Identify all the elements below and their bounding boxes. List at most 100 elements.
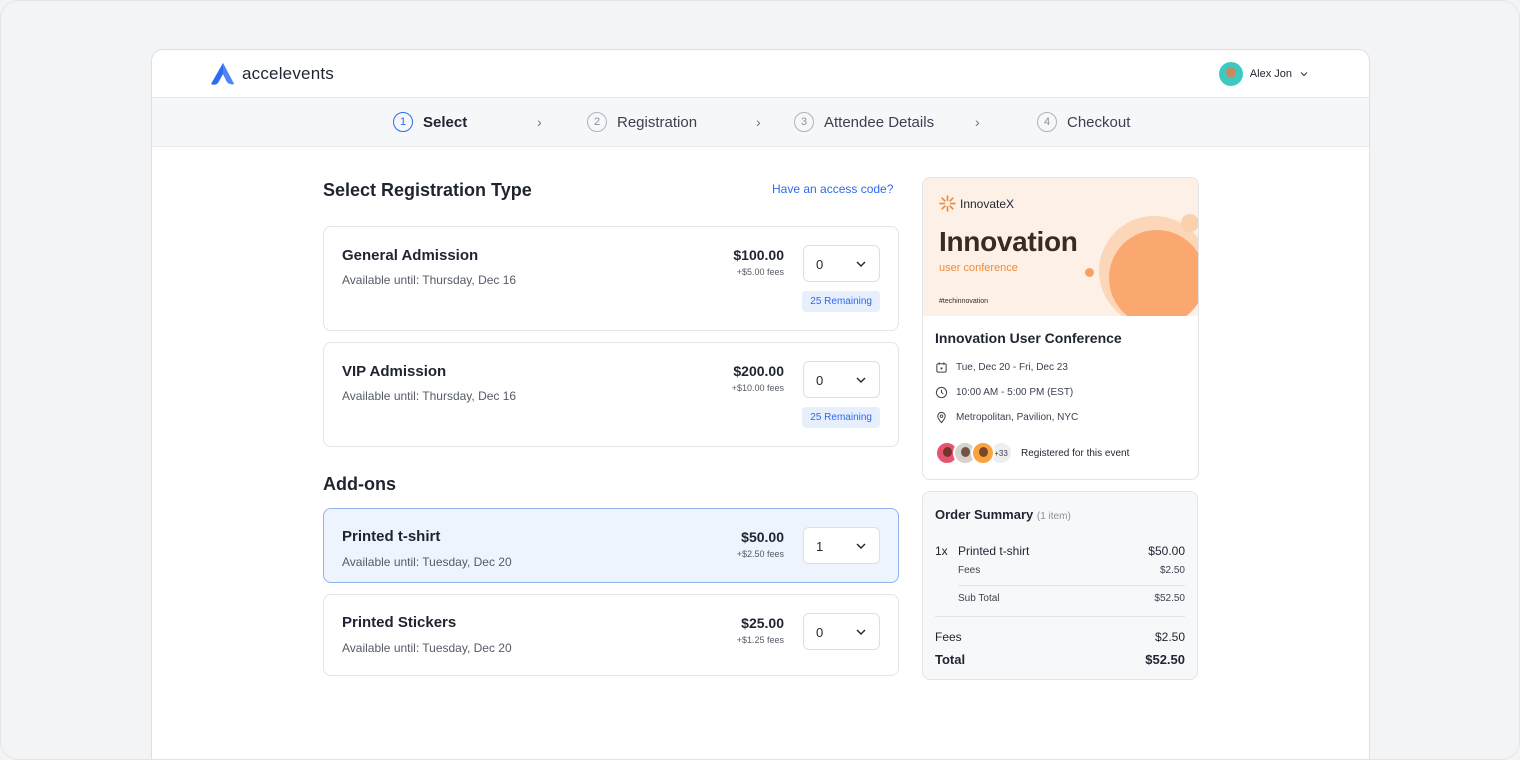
step-number: 3 — [794, 112, 814, 132]
summary-title-text: Order Summary — [935, 507, 1034, 522]
addon-availability: Available until: Tuesday, Dec 20 — [342, 555, 512, 569]
location-pin-icon — [937, 411, 946, 424]
step-label: Select — [423, 113, 468, 131]
chevron-down-icon — [1300, 72, 1308, 77]
summary-subtotal: $52.50 — [1154, 593, 1185, 604]
summary-item-count: (1 item) — [1036, 511, 1071, 522]
quantity-select[interactable]: 0 — [803, 245, 880, 282]
registration-title: Select Registration Type — [323, 180, 532, 200]
accelevents-logo-icon — [211, 63, 234, 85]
user-avatar — [1218, 62, 1243, 86]
checkout-stepper: 1 Select › 2 Registration › 3 Attendee D… — [152, 98, 1369, 147]
user-menu[interactable]: Alex Jon — [1218, 62, 1309, 86]
summary-item-name: Printed t-shirt — [958, 544, 1030, 558]
attendee-list[interactable]: +33 Registered for this event — [935, 441, 1129, 465]
ticket-availability: Available until: Thursday, Dec 16 — [342, 389, 517, 403]
chevron-down-icon — [856, 629, 866, 635]
banner-circle — [1181, 214, 1198, 232]
ticket-name: General Admission — [342, 247, 479, 264]
addon-name: Printed t-shirt — [342, 528, 441, 545]
screen-frame: accelevents Alex Jon 1 Select › 2 Regist… — [0, 0, 1520, 760]
app-window: accelevents Alex Jon 1 Select › 2 Regist… — [151, 49, 1370, 759]
step-label: Attendee Details — [824, 113, 935, 131]
event-time: 10:00 AM - 5:00 PM (EST) — [935, 386, 1073, 399]
addon-fee: +$1.25 fees — [736, 635, 784, 645]
step-select[interactable]: 1 Select — [393, 112, 467, 132]
step-checkout[interactable]: 4 Checkout — [1037, 112, 1130, 132]
order-summary: Order Summary (1 item) 1x Printed t-shir… — [922, 491, 1198, 680]
event-name: Innovation User Conference — [935, 330, 1122, 346]
access-code-link[interactable]: Have an access code? — [772, 182, 893, 196]
ticket-price: $200.00 — [733, 363, 784, 379]
addons-title: Add-ons — [323, 474, 396, 494]
addon-price: $50.00 — [741, 529, 784, 545]
event-brand-name: InnovateX — [960, 196, 1015, 211]
app-name: accelevents — [242, 64, 334, 83]
attendee-label: Registered for this event — [1021, 447, 1130, 459]
summary-item-fees-label: Fees — [958, 565, 981, 576]
quantity-select[interactable]: 1 — [803, 527, 880, 564]
summary-total-label: Total — [935, 652, 966, 667]
quantity-select[interactable]: 0 — [803, 361, 880, 398]
summary-item-qty: 1x — [935, 544, 948, 558]
addon-card-tshirt[interactable]: Printed t-shirt Available until: Tuesday… — [323, 508, 899, 583]
addon-card-stickers[interactable]: Printed Stickers Available until: Tuesda… — [323, 594, 899, 676]
banner-subtitle: user conference — [939, 262, 1018, 274]
step-number: 2 — [587, 112, 607, 132]
ticket-fee: +$5.00 fees — [736, 267, 784, 277]
step-attendee-details[interactable]: 3 Attendee Details — [794, 112, 934, 132]
chevron-down-icon — [856, 377, 866, 383]
ticket-card-general[interactable]: General Admission Available until: Thurs… — [323, 226, 899, 331]
event-time-text: 10:00 AM - 5:00 PM (EST) — [956, 387, 1074, 398]
chevron-right-icon: › — [537, 114, 542, 130]
banner-title: Innovation — [939, 226, 1078, 257]
step-number: 1 — [393, 112, 413, 132]
calendar-icon — [936, 362, 947, 373]
step-registration[interactable]: 2 Registration — [587, 112, 697, 132]
event-banner: InnovateX Innovation user conference #te… — [923, 178, 1198, 316]
quantity-value: 1 — [816, 539, 824, 554]
summary-divider — [958, 585, 1185, 586]
addon-availability: Available until: Tuesday, Dec 20 — [342, 641, 512, 655]
chevron-right-icon: › — [756, 114, 761, 130]
quantity-value: 0 — [816, 257, 824, 272]
remaining-badge: 25 Remaining — [802, 407, 880, 428]
summary-divider — [935, 616, 1185, 617]
remaining-badge: 25 Remaining — [802, 291, 880, 312]
user-name: Alex Jon — [1249, 68, 1292, 80]
chevron-right-icon: › — [975, 114, 980, 130]
summary-subtotal-label: Sub Total — [958, 593, 1000, 604]
event-location-text: Metropolitan, Pavilion, NYC — [956, 412, 1079, 423]
attendee-avatar — [971, 441, 995, 465]
summary-item-fees: $2.50 — [1159, 565, 1185, 576]
chevron-down-icon — [856, 261, 866, 267]
chevron-down-icon — [856, 543, 866, 549]
summary-fees-label: Fees — [935, 630, 962, 644]
ticket-card-vip[interactable]: VIP Admission Available until: Thursday,… — [323, 342, 899, 447]
clock-icon — [935, 386, 948, 399]
top-bar: accelevents Alex Jon — [152, 50, 1369, 98]
ticket-fee: +$10.00 fees — [731, 383, 784, 393]
summary-total: $52.50 — [1145, 652, 1185, 667]
quantity-value: 0 — [816, 373, 824, 388]
app-logo[interactable]: accelevents — [210, 62, 334, 86]
quantity-select[interactable]: 0 — [803, 613, 880, 650]
step-label: Registration — [617, 113, 698, 131]
addon-name: Printed Stickers — [342, 614, 457, 631]
quantity-value: 0 — [816, 625, 824, 640]
event-brand: InnovateX — [939, 195, 1014, 212]
ticket-name: VIP Admission — [342, 363, 447, 380]
addon-fee: +$2.50 fees — [736, 549, 784, 559]
summary-fees: $2.50 — [1154, 630, 1185, 644]
addon-price: $25.00 — [741, 615, 784, 631]
banner-circle — [1109, 230, 1198, 316]
event-card: InnovateX Innovation user conference #te… — [922, 177, 1199, 480]
event-location: Metropolitan, Pavilion, NYC — [935, 411, 1078, 424]
banner-hashtag: #techinnovation — [939, 298, 989, 305]
banner-dot — [1085, 268, 1094, 277]
sunburst-icon — [939, 195, 956, 212]
ticket-availability: Available until: Thursday, Dec 16 — [342, 273, 517, 287]
ticket-price: $100.00 — [733, 247, 784, 263]
event-dates-text: Tue, Dec 20 - Fri, Dec 23 — [956, 362, 1068, 373]
summary-item-price: $50.00 — [1148, 544, 1185, 558]
